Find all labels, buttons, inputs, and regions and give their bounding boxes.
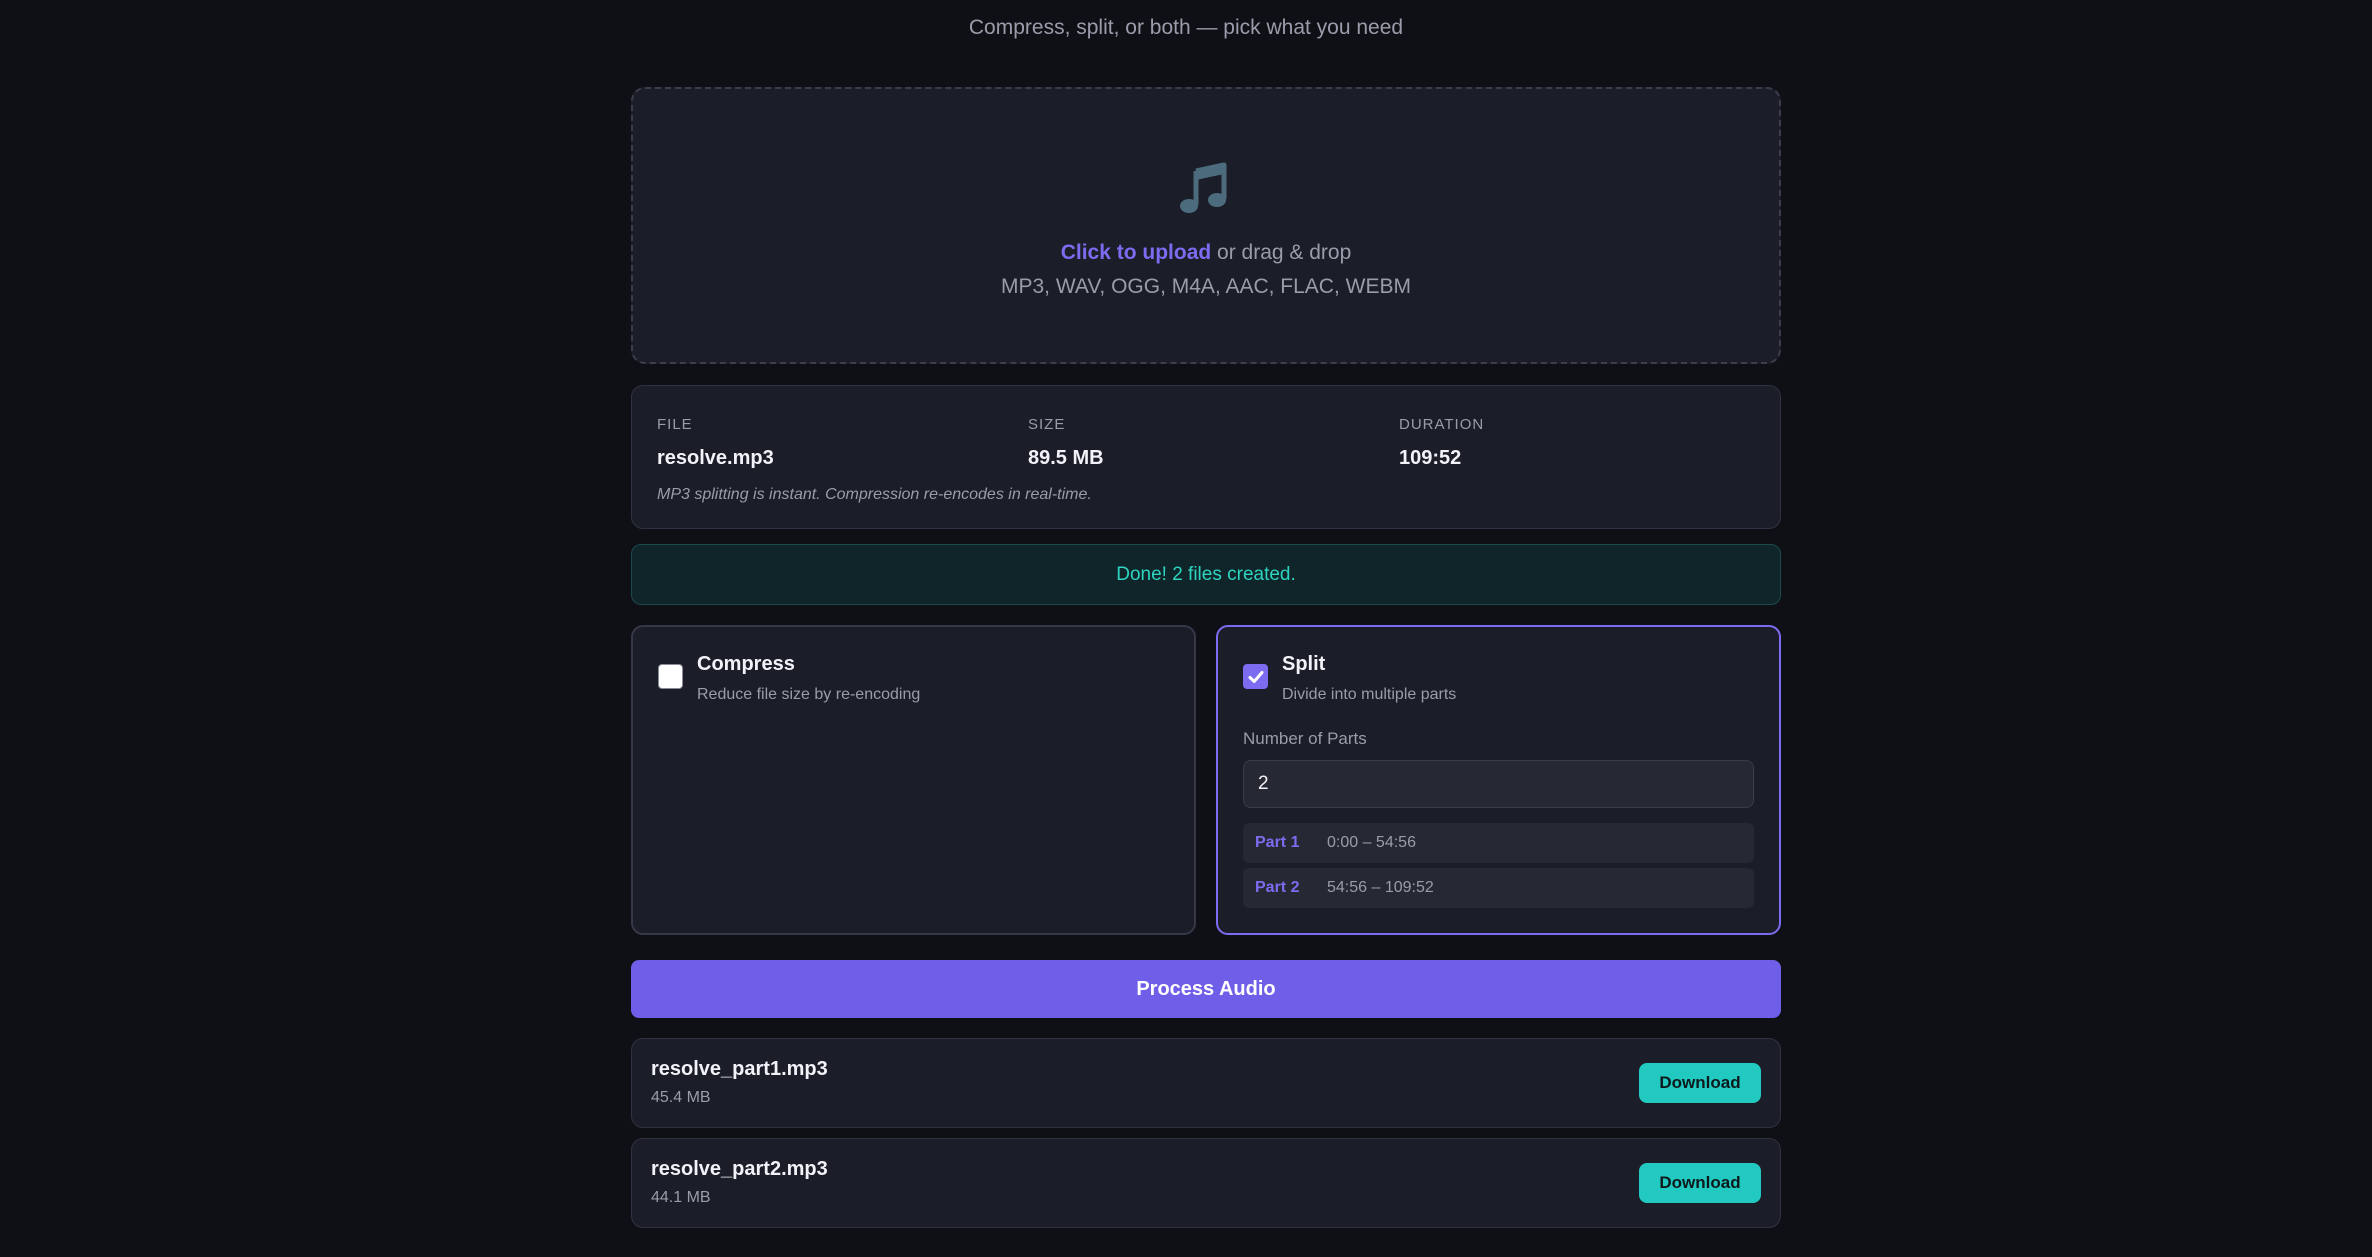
part-name: Part 2 [1255, 879, 1300, 896]
part-range: 54:56 – 109:52 [1327, 879, 1434, 896]
file-info-card: FILE resolve.mp3 SIZE 89.5 MB DURATION 1… [631, 385, 1781, 529]
part-range: 0:00 – 54:56 [1327, 834, 1416, 851]
process-audio-button[interactable]: Process Audio [631, 960, 1781, 1018]
part-row: Part 1 0:00 – 54:56 [1243, 823, 1754, 863]
number-of-parts-input[interactable] [1243, 760, 1754, 808]
size-label: SIZE [1028, 416, 1066, 433]
compress-title: Compress [697, 653, 795, 675]
music-note-icon [1180, 162, 1227, 213]
checkmark-icon [1248, 670, 1263, 683]
output-file-size: 45.4 MB [651, 1089, 711, 1106]
status-banner: Done! 2 files created. [631, 544, 1781, 605]
compress-description: Reduce file size by re-encoding [697, 686, 921, 703]
upload-instructions: Click to upload or drag & drop [1061, 241, 1352, 265]
download-button[interactable]: Download [1639, 1163, 1761, 1203]
output-file-name: resolve_part2.mp3 [651, 1158, 828, 1180]
part-row: Part 2 54:56 – 109:52 [1243, 868, 1754, 908]
file-info-name: FILE resolve.mp3 [657, 416, 774, 470]
download-button[interactable]: Download [1639, 1063, 1761, 1103]
number-of-parts-label: Number of Parts [1243, 729, 1367, 748]
page-subtitle: Compress, split, or both — pick what you… [968, 16, 1404, 39]
size-value: 89.5 MB [1028, 447, 1104, 469]
split-checkbox[interactable] [1243, 664, 1268, 689]
split-description: Divide into multiple parts [1282, 686, 1457, 703]
part-name: Part 1 [1255, 834, 1300, 851]
output-file-item: resolve_part2.mp3 44.1 MB Download [631, 1138, 1781, 1228]
duration-value: 109:52 [1399, 447, 1462, 469]
file-info-duration: DURATION 109:52 [1399, 416, 1484, 470]
audio-tool-page: Compress, split, or both — pick what you… [0, 0, 2372, 1257]
file-label: FILE [657, 416, 693, 433]
compress-checkbox[interactable] [658, 664, 683, 689]
output-file-name: resolve_part1.mp3 [651, 1058, 828, 1080]
click-to-upload-link[interactable]: Click to upload [1061, 241, 1212, 264]
compress-option-card[interactable]: Compress Reduce file size by re-encoding [631, 625, 1196, 935]
output-file-item: resolve_part1.mp3 45.4 MB Download [631, 1038, 1781, 1128]
output-file-size: 44.1 MB [651, 1189, 711, 1206]
file-name-value: resolve.mp3 [657, 447, 774, 469]
file-info-size: SIZE 89.5 MB [1028, 416, 1104, 470]
duration-label: DURATION [1399, 416, 1485, 433]
split-option-card[interactable]: Split Divide into multiple parts Number … [1216, 625, 1781, 935]
processing-hint: MP3 splitting is instant. Compression re… [657, 486, 1092, 503]
upload-dropzone[interactable]: Click to upload or drag & drop MP3, WAV,… [631, 87, 1781, 364]
supported-formats: MP3, WAV, OGG, M4A, AAC, FLAC, WEBM [1001, 275, 1411, 298]
drag-drop-text: or drag & drop [1211, 241, 1352, 264]
split-title: Split [1282, 653, 1326, 675]
